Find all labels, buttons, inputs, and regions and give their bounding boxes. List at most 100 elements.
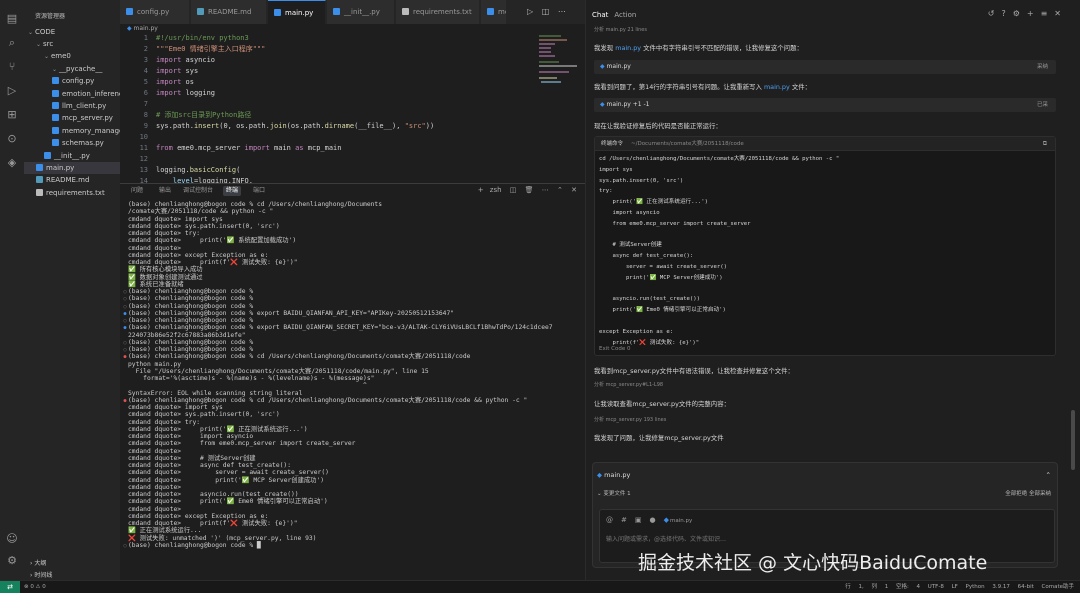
- more-icon[interactable]: ⋯: [558, 7, 566, 16]
- tree-item[interactable]: emotion_inferenc...: [24, 88, 120, 100]
- accept-reject-actions[interactable]: 全部拒绝 全部采纳: [1005, 487, 1051, 501]
- chevron-down-icon[interactable]: ⌄: [597, 491, 602, 497]
- tab-readme-md[interactable]: README.md: [191, 0, 267, 24]
- chat-tab-chat[interactable]: Chat: [592, 11, 608, 19]
- terminal-text: cmdand dquote> except Exception as e:: [128, 512, 269, 520]
- terminal-command-card[interactable]: 终端命令 ~/Documents/comate大赛/2051118/code ⧉…: [594, 136, 1056, 356]
- copy-icon[interactable]: ⧉: [1043, 140, 1047, 148]
- terminal-line: /comate大赛/2051118/code && python -c ": [122, 208, 578, 215]
- terminal-line: ● (base) chenlianghong@bogon code % cd /U…: [122, 397, 578, 404]
- tree-item[interactable]: config.py: [24, 75, 120, 87]
- at-icon[interactable]: @: [606, 516, 621, 524]
- file-change-card[interactable]: ◆ main.py +1 -1 已采: [594, 98, 1056, 112]
- extensions-icon[interactable]: ⊞: [3, 106, 21, 124]
- settings-icon[interactable]: ⚙: [1013, 9, 1027, 18]
- panel-tab[interactable]: 问题: [128, 186, 146, 196]
- mic-icon[interactable]: ●: [650, 516, 664, 524]
- more-icon[interactable]: ⋯: [542, 186, 549, 194]
- terminal-line: ○ (base) chenlianghong@bogon code % █: [122, 542, 578, 549]
- tree-item[interactable]: memory_manager...: [24, 125, 120, 137]
- history-icon[interactable]: ↺: [988, 9, 1002, 18]
- terminal-line: cmdand dquote> # 测试Server创建: [122, 455, 578, 462]
- tree-item[interactable]: main.py: [24, 162, 120, 174]
- tree-item[interactable]: __init__.py: [24, 150, 120, 162]
- tab-mcp[interactable]: mcp: [481, 0, 507, 24]
- tab--init-py[interactable]: __init__.py: [327, 0, 395, 24]
- tree-root[interactable]: ⌄ CODE: [24, 26, 120, 38]
- source-control-icon[interactable]: ⑂: [3, 58, 21, 76]
- py-file-icon: [52, 114, 59, 122]
- tree-item[interactable]: ⌄ __pycache__: [24, 63, 120, 75]
- tree-item-label: __init__.py: [54, 151, 90, 160]
- chat-tab-action[interactable]: Action: [614, 11, 636, 19]
- problems-status[interactable]: ⊗ 0 ⚠ 0: [24, 581, 46, 593]
- image-icon[interactable]: ▣: [635, 516, 650, 524]
- panel-tab[interactable]: 终端: [223, 186, 242, 196]
- chevron-up-icon[interactable]: ⌃: [1046, 467, 1051, 483]
- terminal-line: cmdand dquote>: [122, 245, 578, 252]
- tree-item-label: src: [43, 40, 54, 48]
- input-tag[interactable]: main.py: [670, 518, 692, 524]
- code-line: from eme0.mcp_server import main as mcp_…: [156, 143, 341, 154]
- remote-indicator-icon[interactable]: ⇄: [0, 581, 20, 593]
- tree-item[interactable]: llm_client.py: [24, 100, 120, 112]
- help-icon[interactable]: ?: [1001, 9, 1012, 18]
- terminal-text: (base) chenlianghong@bogon code % export…: [128, 324, 553, 332]
- panel-tab[interactable]: 调试控制台: [180, 186, 216, 196]
- tree-item[interactable]: ⌄ eme0: [24, 50, 120, 62]
- terminal-line: ○ (base) chenlianghong@bogon code %: [122, 303, 578, 310]
- tree-item[interactable]: ⌄ src: [24, 38, 120, 50]
- terminal-line: cmdand dquote> try:: [122, 419, 578, 426]
- run-debug-icon[interactable]: ▷: [3, 82, 21, 100]
- code-line: sys.path.insert(0, os.path.join(os.path.…: [156, 121, 434, 132]
- terminal-shell-label[interactable]: zsh: [490, 186, 502, 194]
- tree-item[interactable]: mcp_server.py: [24, 112, 120, 124]
- code-editor[interactable]: 1 #!/usr/bin/env python3 2 """Eme0 情绪引擎主入口程…: [120, 33, 585, 183]
- split-editor-icon[interactable]: ◫: [542, 7, 550, 16]
- tab-requirements-txt[interactable]: requirements.txt: [396, 0, 480, 24]
- chat-toolbar: ↺?⚙+≡✕: [988, 9, 1068, 18]
- terminal-text: ✅ 系统已准备就绪: [128, 280, 184, 288]
- editor-status[interactable]: 行 1, 列 1 空格: 4 UTF-8 LF Python 3.9.17 64…: [845, 581, 1074, 593]
- tree-item-label: emotion_inferenc...: [62, 89, 120, 98]
- maximize-panel-icon[interactable]: ⌃: [557, 186, 563, 194]
- changed-file-row[interactable]: ◆ main.py ⌃: [597, 467, 1057, 483]
- explorer-icon[interactable]: ▤: [3, 10, 21, 28]
- search-icon[interactable]: ⌕: [3, 34, 21, 52]
- hash-icon[interactable]: #: [621, 516, 635, 524]
- file-link[interactable]: main.py: [764, 83, 790, 91]
- comate-icon[interactable]: ◈: [3, 154, 21, 172]
- settings-gear-icon[interactable]: ⚙: [3, 552, 21, 570]
- terminal-line: ^: [122, 382, 578, 389]
- split-terminal-icon[interactable]: ◫: [510, 186, 517, 194]
- tab-main-py[interactable]: main.py: [268, 0, 326, 24]
- terminal-text: cmdand dquote> print(f'❌ 测试失败: {e}')": [128, 259, 298, 266]
- minimap[interactable]: [539, 33, 579, 93]
- code-token: (: [236, 166, 241, 174]
- panel-tab[interactable]: 端口: [250, 186, 268, 196]
- run-icon[interactable]: ▷: [527, 7, 533, 16]
- add-terminal-icon[interactable]: +: [478, 186, 484, 194]
- outline-section[interactable]: › 大纲: [30, 558, 46, 567]
- terminal-text: (base) chenlianghong@bogon code %: [128, 288, 254, 295]
- kill-terminal-icon[interactable]: 🗑: [525, 186, 534, 194]
- chat-scrollbar[interactable]: [1071, 410, 1075, 470]
- tree-item[interactable]: schemas.py: [24, 137, 120, 149]
- terminal-output[interactable]: (base) chenlianghong@bogon code % cd /Us…: [122, 201, 578, 581]
- add-chat-icon[interactable]: +: [1027, 9, 1041, 18]
- account-icon[interactable]: ☺: [3, 530, 21, 548]
- panel-tab[interactable]: 输出: [156, 186, 174, 196]
- close-icon[interactable]: ✕: [1054, 9, 1068, 18]
- accept-button[interactable]: 采纳: [1037, 60, 1048, 74]
- tree-item[interactable]: requirements.txt: [24, 187, 120, 199]
- tree-item[interactable]: README.md: [24, 174, 120, 186]
- timeline-section[interactable]: › 时间线: [30, 570, 52, 579]
- tab-config-py[interactable]: config.py: [120, 0, 190, 24]
- python-file-icon: ◆: [600, 101, 605, 108]
- remote-explorer-icon[interactable]: ⊙: [3, 130, 21, 148]
- file-change-card[interactable]: ◆ main.py 采纳: [594, 60, 1056, 74]
- close-panel-icon[interactable]: ✕: [571, 186, 577, 194]
- breadcrumb[interactable]: ◆ main.py: [127, 25, 158, 32]
- file-link[interactable]: main.py: [615, 44, 641, 52]
- menu-icon[interactable]: ≡: [1041, 9, 1055, 18]
